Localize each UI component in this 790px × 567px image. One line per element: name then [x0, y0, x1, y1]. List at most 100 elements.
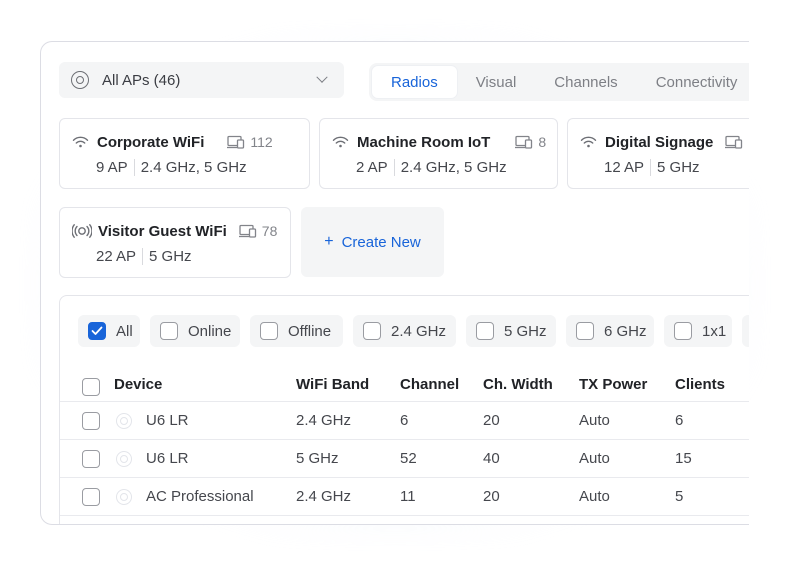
tab-radios[interactable]: Radios	[372, 66, 457, 98]
table-header: Device WiFi Band Channel Ch. Width TX Po…	[60, 368, 749, 402]
table-row[interactable]: U6 LR 5 GHz 52 40 Auto 15	[60, 440, 749, 478]
filter-offline[interactable]: Offline	[250, 315, 343, 347]
filter-label: 2.4 GHz	[391, 322, 447, 340]
cell-device: U6 LR	[146, 412, 189, 429]
cell-width: 20	[483, 412, 500, 429]
cell-band: 2.4 GHz	[296, 488, 352, 505]
column-tx-power[interactable]: TX Power	[579, 376, 647, 393]
network-card-corporate-wifi[interactable]: Corporate WiFi 112 9 AP 2.4 GHz, 5 GHz	[59, 118, 310, 189]
cell-width: 40	[483, 450, 500, 467]
select-all-checkbox[interactable]	[82, 378, 100, 396]
cell-band: 2.4 GHz	[296, 412, 352, 429]
create-new-button[interactable]: + Create New	[301, 207, 444, 277]
plus-icon: +	[324, 233, 334, 250]
column-ch-width[interactable]: Ch. Width	[483, 376, 553, 393]
table-row[interactable]: AC Professional 2.4 GHz 11 20 Auto 5	[60, 478, 749, 516]
device-icon	[116, 489, 132, 505]
ap-count: 9 AP	[96, 159, 128, 176]
column-device[interactable]: Device	[114, 376, 162, 393]
checkbox[interactable]	[160, 322, 178, 340]
divider	[133, 159, 135, 176]
column-clients[interactable]: Clients	[675, 376, 725, 393]
cell-power: Auto	[579, 488, 610, 505]
checkbox[interactable]	[260, 322, 278, 340]
client-devices-icon	[227, 135, 245, 149]
bands: 5 GHz	[149, 248, 192, 265]
table-row[interactable]: U6 LR 2.4 GHz 6 20 Auto 6	[60, 402, 749, 440]
cell-device: U6 LR	[146, 450, 189, 467]
filter-label: 1x1	[702, 322, 727, 340]
tab-visual[interactable]: Visual	[457, 66, 536, 98]
filter-more[interactable]	[742, 315, 749, 347]
access-point-icon	[71, 71, 89, 89]
divider	[650, 159, 652, 176]
network-name: Machine Room IoT	[357, 133, 491, 151]
client-devices-icon	[238, 224, 257, 238]
wifi-icon	[72, 135, 89, 149]
column-wifi-band[interactable]: WiFi Band	[296, 376, 369, 393]
checkbox-checked[interactable]	[88, 322, 106, 340]
cell-channel: 11	[400, 488, 416, 505]
cell-width: 20	[483, 488, 500, 505]
client-count: 78	[261, 223, 278, 239]
ap-count: 12 AP	[604, 159, 645, 176]
ap-selector-label: All APs (46)	[102, 71, 181, 89]
client-count: 112	[250, 134, 273, 150]
divider	[142, 248, 144, 265]
cell-band: 5 GHz	[296, 450, 339, 467]
filter-label: All	[116, 322, 133, 340]
client-devices-icon	[725, 135, 743, 149]
broadcast-icon	[72, 224, 92, 238]
radios-panel: All APs (46) Radios Visual Channels Conn…	[40, 41, 749, 525]
cell-channel: 52	[400, 450, 417, 467]
chevron-down-icon	[316, 71, 328, 83]
row-checkbox[interactable]	[82, 412, 100, 430]
network-name: Corporate WiFi	[97, 133, 205, 151]
table-row[interactable]	[60, 516, 749, 524]
divider	[393, 159, 395, 176]
network-card-digital-signage[interactable]: Digital Signage 12 AP 5 GHz	[567, 118, 749, 189]
filter-5ghz[interactable]: 5 GHz	[466, 315, 556, 347]
filter-2-4ghz[interactable]: 2.4 GHz	[353, 315, 456, 347]
column-channel[interactable]: Channel	[400, 376, 459, 393]
client-devices-icon	[515, 135, 533, 149]
device-icon	[116, 451, 132, 467]
device-icon	[116, 413, 132, 429]
checkbox[interactable]	[674, 322, 692, 340]
cell-channel: 6	[400, 412, 409, 429]
cell-clients: 15	[675, 450, 692, 467]
checkbox[interactable]	[576, 322, 594, 340]
filter-6ghz[interactable]: 6 GHz	[566, 315, 654, 347]
client-count: 8	[538, 134, 547, 150]
ap-count: 2 AP	[356, 159, 388, 176]
cell-clients: 5	[675, 488, 684, 505]
tab-channels[interactable]: Channels	[535, 66, 636, 98]
cell-device: AC Professional	[146, 488, 254, 505]
filter-1x1[interactable]: 1x1	[664, 315, 732, 347]
cell-clients: 6	[675, 412, 684, 429]
tab-connectivity[interactable]: Connectivity	[637, 66, 749, 98]
filter-label: 5 GHz	[504, 322, 547, 340]
bands: 2.4 GHz, 5 GHz	[140, 159, 247, 176]
row-checkbox[interactable]	[82, 450, 100, 468]
network-card-machine-room-iot[interactable]: Machine Room IoT 8 2 AP 2.4 GHz, 5 GHz	[319, 118, 558, 189]
network-card-visitor-guest-wifi[interactable]: Visitor Guest WiFi 78 22 AP 5 GHz	[59, 207, 291, 278]
bands: 2.4 GHz, 5 GHz	[400, 159, 507, 176]
filter-label: 6 GHz	[604, 322, 647, 340]
wifi-icon	[580, 135, 597, 149]
network-name: Digital Signage	[605, 133, 714, 151]
ap-count: 22 AP	[96, 248, 137, 265]
network-name: Visitor Guest WiFi	[98, 222, 227, 240]
checkbox[interactable]	[363, 322, 381, 340]
radios-table-section: All Online Offline 2.4 GHz 5 GHz 6 GHz 1…	[59, 295, 749, 524]
filter-label: Online	[188, 322, 232, 340]
checkbox[interactable]	[476, 322, 494, 340]
filter-label: Offline	[288, 322, 332, 340]
bands: 5 GHz	[657, 159, 700, 176]
filter-online[interactable]: Online	[150, 315, 240, 347]
ap-selector-dropdown[interactable]: All APs (46)	[59, 62, 344, 98]
cell-power: Auto	[579, 450, 610, 467]
view-tabs: Radios Visual Channels Connectivity	[369, 63, 749, 101]
row-checkbox[interactable]	[82, 488, 100, 506]
filter-all[interactable]: All	[78, 315, 140, 347]
